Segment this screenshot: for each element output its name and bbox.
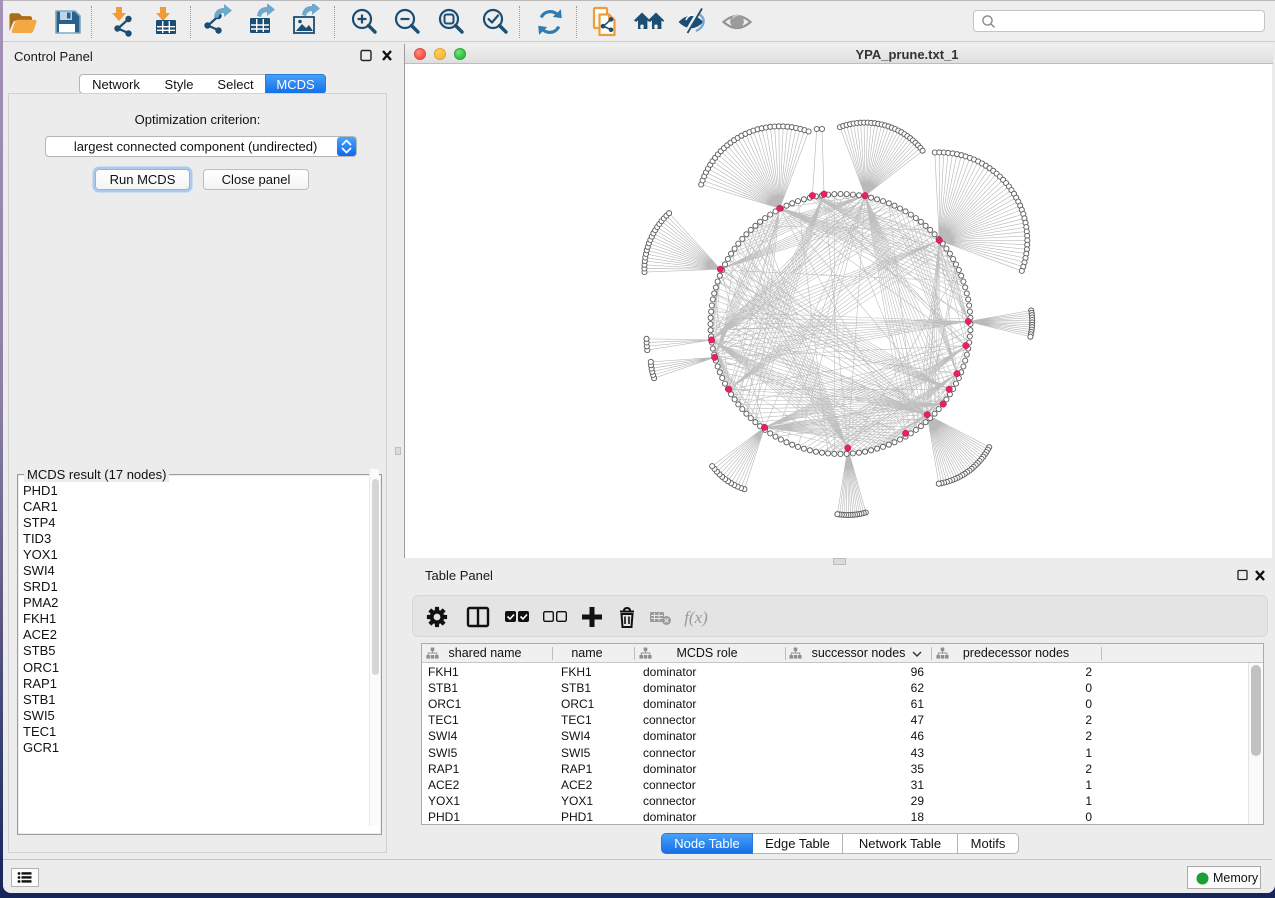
- svg-text:f(x): f(x): [684, 608, 708, 627]
